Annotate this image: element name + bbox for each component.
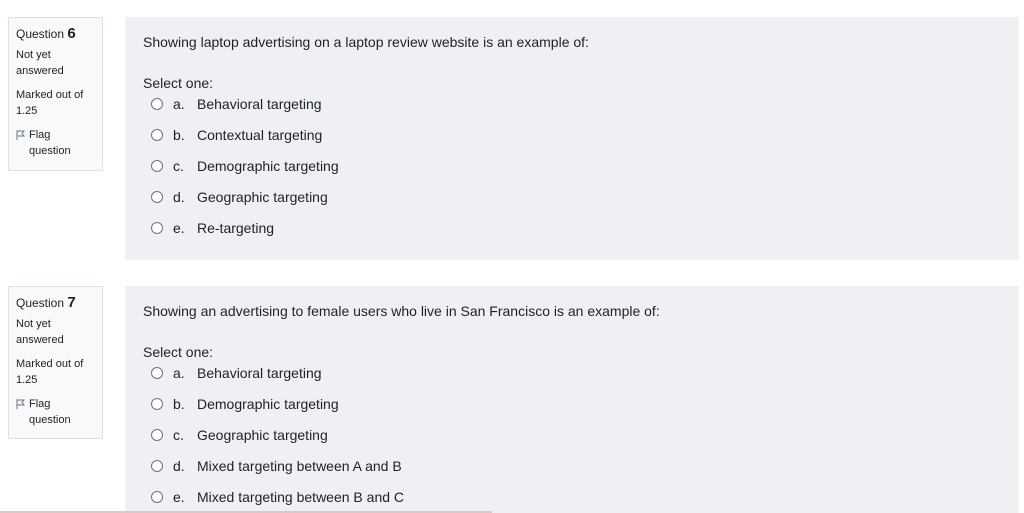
question-label: Question xyxy=(16,27,65,41)
option-letter: c. xyxy=(173,157,184,174)
answer-option[interactable]: d. Geographic targeting xyxy=(143,181,1001,212)
question-label: Question xyxy=(16,296,65,310)
question-state: Not yet answered xyxy=(16,318,64,346)
option-letter: b. xyxy=(173,395,185,412)
question-number-value: 7 xyxy=(67,294,76,311)
question-state: Not yet answered xyxy=(16,49,64,77)
option-letter: e. xyxy=(173,488,185,505)
option-text: Contextual targeting xyxy=(197,126,323,143)
answer-option[interactable]: b. Demographic targeting xyxy=(143,388,1001,419)
flag-label: Flag question xyxy=(29,398,71,426)
answer-option[interactable]: b. Contextual targeting xyxy=(143,119,1001,150)
question-content: Showing an advertising to female users w… xyxy=(125,286,1019,513)
question-grade: Marked out of 1.25 xyxy=(16,89,84,117)
option-text: Re-targeting xyxy=(197,219,275,236)
question-grade: Marked out of 1.25 xyxy=(16,358,84,386)
radio-button[interactable] xyxy=(151,490,163,503)
radio-button[interactable] xyxy=(151,97,163,110)
flag-question-link[interactable]: Flag question xyxy=(16,396,95,428)
answer-option[interactable]: e. Mixed targeting between B and C xyxy=(143,481,1001,512)
flag-icon xyxy=(16,399,26,409)
radio-button[interactable] xyxy=(151,397,163,410)
option-letter: c. xyxy=(173,426,184,443)
radio-button[interactable] xyxy=(151,221,163,234)
option-letter: d. xyxy=(173,188,185,205)
option-text: Demographic targeting xyxy=(197,157,339,174)
option-text: Geographic targeting xyxy=(197,188,328,205)
question-number: Question 6 xyxy=(16,26,95,42)
question-text: Showing an advertising to female users w… xyxy=(143,303,660,319)
question-number-value: 6 xyxy=(67,25,76,42)
option-letter: d. xyxy=(173,457,185,474)
flag-icon xyxy=(16,130,26,140)
answer-option[interactable]: a. Behavioral targeting xyxy=(143,88,1001,119)
question-number: Question 7 xyxy=(16,295,95,311)
option-text: Behavioral targeting xyxy=(197,95,322,112)
option-text: Behavioral targeting xyxy=(197,364,322,381)
option-text: Mixed targeting between B and C xyxy=(197,488,405,505)
question-info-panel: Question 6 Not yet answered Marked out o… xyxy=(8,17,103,171)
answer-option[interactable]: d. Mixed targeting between A and B xyxy=(143,450,1001,481)
option-text: Geographic targeting xyxy=(197,426,328,443)
radio-button[interactable] xyxy=(151,190,163,203)
option-letter: a. xyxy=(173,364,185,381)
option-letter: e. xyxy=(173,219,185,236)
radio-button[interactable] xyxy=(151,459,163,472)
question-text: Showing laptop advertising on a laptop r… xyxy=(143,34,589,50)
flag-label: Flag question xyxy=(29,129,71,157)
radio-button[interactable] xyxy=(151,366,163,379)
answer-option[interactable]: a. Behavioral targeting xyxy=(143,357,1001,388)
radio-button[interactable] xyxy=(151,159,163,172)
option-text: Demographic targeting xyxy=(197,395,339,412)
option-text: Mixed targeting between A and B xyxy=(197,457,402,474)
answer-option[interactable]: c. Geographic targeting xyxy=(143,419,1001,450)
answer-option[interactable]: c. Demographic targeting xyxy=(143,150,1001,181)
question-content: Showing laptop advertising on a laptop r… xyxy=(125,17,1019,260)
flag-question-link[interactable]: Flag question xyxy=(16,127,95,159)
option-letter: a. xyxy=(173,95,185,112)
question-info-panel: Question 7 Not yet answered Marked out o… xyxy=(8,286,103,439)
answer-option[interactable]: e. Re-targeting xyxy=(143,212,1001,243)
option-letter: b. xyxy=(173,126,185,143)
radio-button[interactable] xyxy=(151,428,163,441)
radio-button[interactable] xyxy=(151,128,163,141)
